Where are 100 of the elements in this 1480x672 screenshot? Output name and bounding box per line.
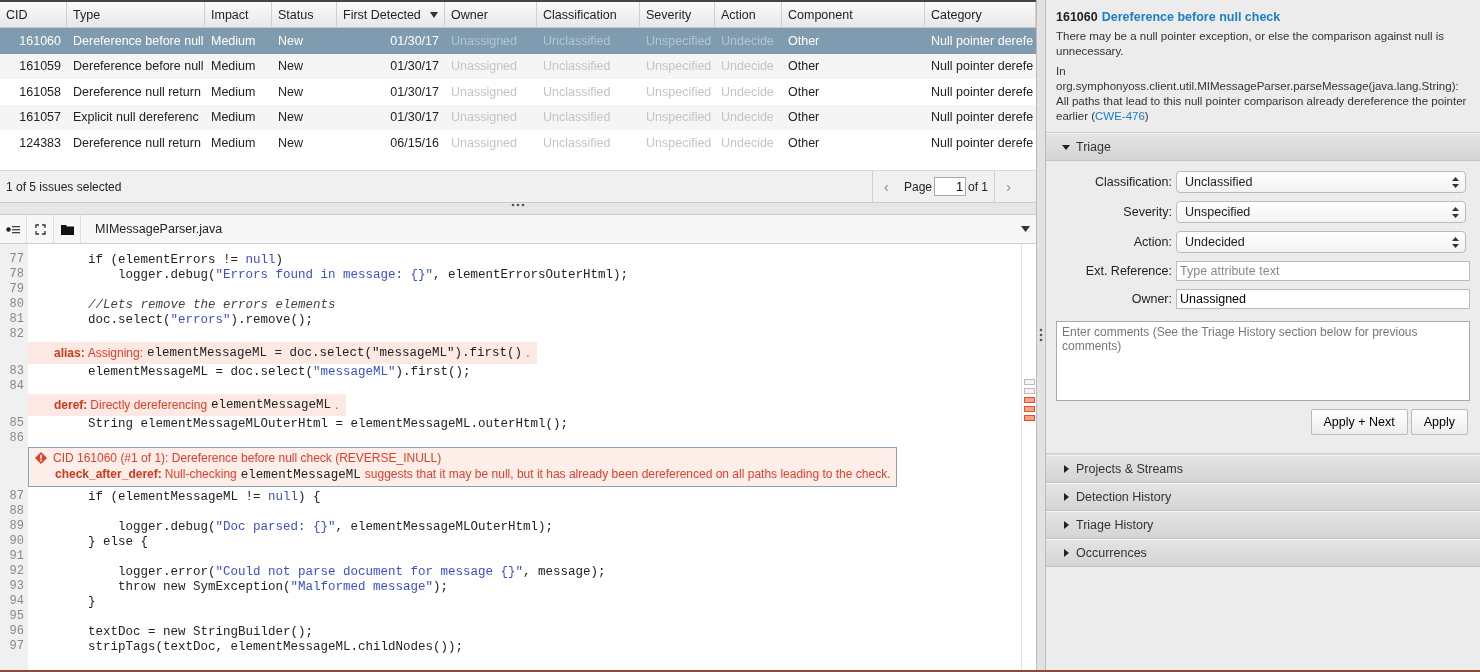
collapse-triangle-icon [1062, 143, 1070, 151]
table-cell-text: Medium [210, 83, 257, 101]
table-cell-text: Other [787, 83, 821, 101]
file-name: MIMessageParser.java [94, 222, 224, 236]
table-cell-text: 06/15/16 [389, 134, 440, 152]
table-cell-text: Null pointer derefe [930, 134, 1035, 152]
table-cell-text: Undecide [720, 134, 775, 152]
column-header[interactable]: First Detected [337, 2, 445, 28]
splitter-grip-icon[interactable] [511, 203, 525, 207]
column-header[interactable]: Classification [537, 2, 640, 28]
table-cell-text: Unclassified [542, 83, 612, 101]
column-header[interactable]: Owner [445, 2, 537, 28]
table-cell-text: New [277, 134, 304, 152]
line-number: 97 [8, 639, 25, 654]
dropdown[interactable]: Undecided [1176, 231, 1466, 253]
table-cell-text: New [277, 83, 304, 101]
text-field[interactable]: Type attribute text [1176, 261, 1470, 281]
column-header[interactable]: Type [67, 2, 205, 28]
table-cell-text: Null pointer derefe [930, 109, 1035, 127]
table-cell-text: Medium [210, 109, 257, 127]
updown-icon [1452, 176, 1459, 188]
code-line: } [87, 594, 96, 609]
section-header[interactable]: Triage History [1046, 511, 1480, 539]
table-cell-text: Unspecified [645, 83, 713, 101]
line-number: 77 [8, 252, 25, 267]
code-line: throw new SymException("Malformed message"); [117, 579, 449, 594]
section-header[interactable]: Detection History [1046, 483, 1480, 511]
issue-row[interactable]: 161058 Dereference null return Medium New 01/30/17 Unassigned Unclassified Unspecified Undecide Other Null pointer derefe [0, 79, 1036, 105]
dropdown[interactable]: Unspecified [1176, 201, 1466, 223]
line-number: 92 [8, 564, 25, 579]
section-header[interactable]: Projects & Streams [1046, 455, 1480, 483]
table-cell-text: Other [787, 32, 821, 50]
table-cell-text: 124383 [18, 134, 62, 152]
folder-icon [60, 223, 74, 235]
table-cell-text: 01/30/17 [389, 109, 440, 127]
column-header[interactable]: Category [925, 2, 1036, 28]
issue-row[interactable]: 124383 Dereference null return Medium New 06/15/16 Unassigned Unclassified Unspecified Undecide Other Null pointer derefe [0, 130, 1036, 156]
table-cell-text: 161058 [18, 83, 62, 101]
table-cell-text: Other [787, 109, 821, 127]
line-number: 84 [8, 379, 25, 394]
code-line: String elementMessageMLOuterHtml = elementMessageML.outerHtml(); [87, 416, 569, 431]
expand-icon [34, 223, 46, 235]
table-cell-text: 161057 [18, 109, 62, 127]
table-cell-text: Medium [210, 32, 257, 50]
warning-icon [35, 452, 47, 464]
cwe-link[interactable]: CWE-476 [1095, 110, 1145, 122]
splitter-grip-icon[interactable] [1039, 328, 1043, 342]
dropdown-caret-icon[interactable] [1021, 226, 1030, 232]
table-cell-text: New [277, 109, 304, 127]
line-number: 96 [8, 624, 25, 639]
apply-button[interactable]: Apply + Next [1310, 409, 1408, 435]
page-total: of 1 [967, 179, 989, 194]
updown-icon [1452, 236, 1459, 248]
field-label: Owner: [1130, 292, 1172, 306]
selection-status: 1 of 5 issues selected [5, 179, 122, 194]
code-line: doc.select("errors").remove(); [87, 312, 314, 327]
line-number: 93 [8, 579, 25, 594]
table-cell-text: Unassigned [450, 83, 518, 101]
section-header[interactable]: Triage [1046, 133, 1480, 161]
column-header[interactable]: Impact [205, 2, 272, 28]
updown-icon [1452, 206, 1459, 218]
code-line: textDoc = new StringBuilder(); [87, 624, 314, 639]
text-field[interactable]: Unassigned [1176, 289, 1470, 309]
code-line: logger.debug("Errors found in message: {}", elementErrorsOuterHtml); [117, 267, 629, 282]
dropdown[interactable]: Unclassified [1176, 171, 1466, 193]
column-header[interactable]: Component [782, 2, 925, 28]
line-number: 86 [8, 431, 25, 446]
table-cell-text: 01/30/17 [389, 58, 440, 76]
column-header[interactable]: Action [715, 2, 782, 28]
table-cell-text: Other [787, 58, 821, 76]
code-line: } else { [87, 534, 149, 549]
table-cell-text: 161060 [18, 32, 62, 50]
section-header[interactable]: Occurrences [1046, 539, 1480, 567]
expand-triangle-icon [1062, 465, 1070, 473]
table-cell-text: Unclassified [542, 134, 612, 152]
apply-button[interactable]: Apply [1410, 409, 1468, 435]
line-number: 88 [8, 504, 25, 519]
code-line: stripTags(textDoc, elementMessageML.childNodes()); [87, 639, 464, 654]
table-cell-text: Null pointer derefe [930, 58, 1035, 76]
page-field[interactable]: 1 [934, 177, 966, 196]
table-cell-text: 161059 [18, 58, 62, 76]
table-cell-text: Dereference before null [72, 58, 205, 76]
column-header[interactable]: Severity [640, 2, 715, 28]
comments-field[interactable]: Enter comments (See the Triage History section below for previous comments) [1056, 321, 1470, 401]
line-number: 90 [8, 534, 25, 549]
expand-triangle-icon [1062, 493, 1070, 501]
table-cell-text: 01/30/17 [389, 83, 440, 101]
table-cell-text: Dereference null return [72, 83, 202, 101]
line-number: 89 [8, 519, 25, 534]
line-number: 87 [8, 489, 25, 504]
code-line: if (elementMessageML != null) { [87, 489, 321, 504]
column-header[interactable]: Status [272, 2, 337, 28]
page-label: Page [902, 179, 933, 194]
line-number: 94 [8, 594, 25, 609]
event-note: deref: Directly dereferencing elementMessageML . [28, 394, 347, 416]
issue-type-link[interactable]: Dereference before null check [1101, 10, 1281, 24]
column-header[interactable]: CID [0, 2, 67, 28]
table-cell-text: Unassigned [450, 134, 518, 152]
expand-triangle-icon [1062, 521, 1070, 529]
table-cell-text: Explicit null dereferenc [72, 109, 200, 127]
